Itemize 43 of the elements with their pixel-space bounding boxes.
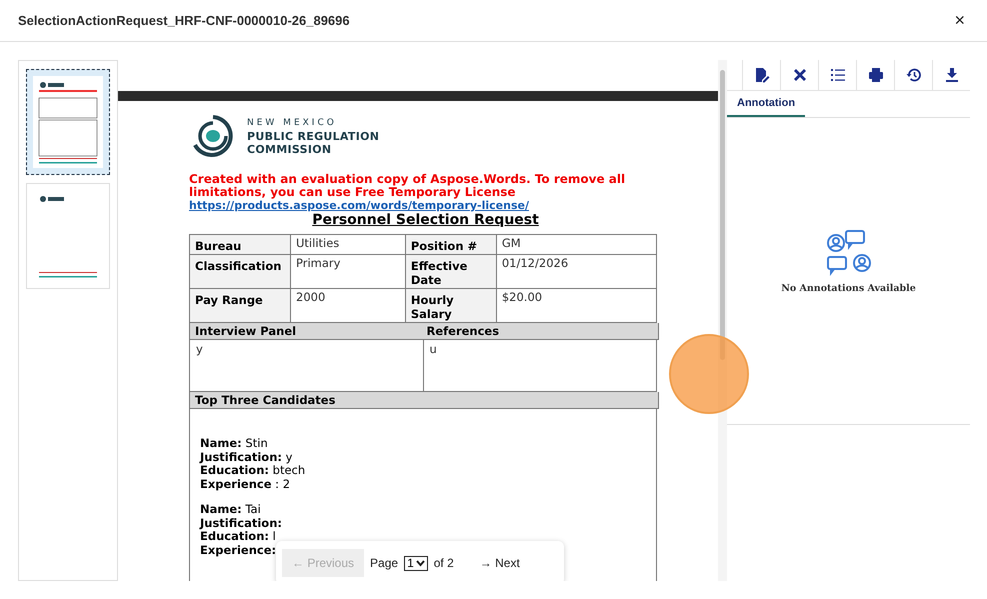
history-icon bbox=[906, 67, 922, 83]
table-cell: GM bbox=[496, 234, 656, 254]
candidate-detail: Experience : 2 bbox=[200, 478, 292, 491]
annotation-tab[interactable]: Annotation bbox=[727, 97, 806, 117]
logo-title: COMMISSION bbox=[247, 142, 332, 156]
document-heading: Personnel Selection Request bbox=[312, 212, 539, 228]
table-cell: u bbox=[422, 340, 656, 391]
table-cell: Classification bbox=[190, 254, 290, 288]
candidate-detail: Education: btech bbox=[200, 464, 306, 478]
table-cell: Primary bbox=[290, 254, 406, 288]
caret-icon bbox=[416, 560, 425, 566]
window-title: SelectionActionRequest_HRF-CNF-0000010-26_89696 bbox=[18, 13, 350, 28]
page-thumbnail[interactable] bbox=[26, 69, 110, 175]
section-header: References bbox=[426, 324, 500, 338]
candidate-detail: Education: l bbox=[200, 530, 276, 544]
candidate-detail: Justification: y bbox=[200, 450, 294, 464]
candidate-detail: Experience: bbox=[200, 544, 278, 557]
logo-title: PUBLIC REGULATION bbox=[247, 130, 380, 142]
license-link[interactable]: https://products.aspose.com/words/temporary-license/ bbox=[189, 199, 529, 212]
page-count: of 2 bbox=[434, 556, 454, 570]
table-cell: Bureau bbox=[190, 234, 290, 254]
table-cell: Utilities bbox=[290, 234, 406, 254]
list-icon bbox=[830, 67, 846, 83]
logo-subtitle: NEW MEXICO bbox=[247, 116, 338, 130]
edit-icon bbox=[754, 67, 770, 83]
evaluation-notice: Created with an evaluation copy of Aspose.Words. To remove all limitations, you can use Free Temporary License bbox=[189, 173, 626, 199]
table-cell: Position # bbox=[405, 234, 496, 254]
next-button[interactable]: → Next bbox=[470, 549, 530, 577]
page-select[interactable]: 1 bbox=[404, 556, 428, 570]
page-label: Page bbox=[370, 556, 398, 570]
close-button[interactable]: × bbox=[950, 10, 969, 31]
candidate-detail: Name: Tai bbox=[200, 503, 262, 516]
table-cell-text: y bbox=[195, 341, 204, 358]
table-cell: 01/12/2026 bbox=[496, 254, 656, 288]
table-cell: Pay Range bbox=[190, 288, 290, 322]
download-icon bbox=[944, 67, 960, 83]
table-cell: Effective Date bbox=[405, 254, 496, 288]
empty-state-text: No Annotations Available bbox=[781, 282, 916, 294]
table-cell: Hourly Salary bbox=[405, 288, 496, 322]
candidate-detail: Name: Stin bbox=[200, 437, 269, 450]
section-header: Interview Panel bbox=[195, 324, 298, 338]
candidate-detail: Justification: bbox=[200, 516, 283, 530]
section-header: Top Three Candidates bbox=[195, 393, 336, 407]
